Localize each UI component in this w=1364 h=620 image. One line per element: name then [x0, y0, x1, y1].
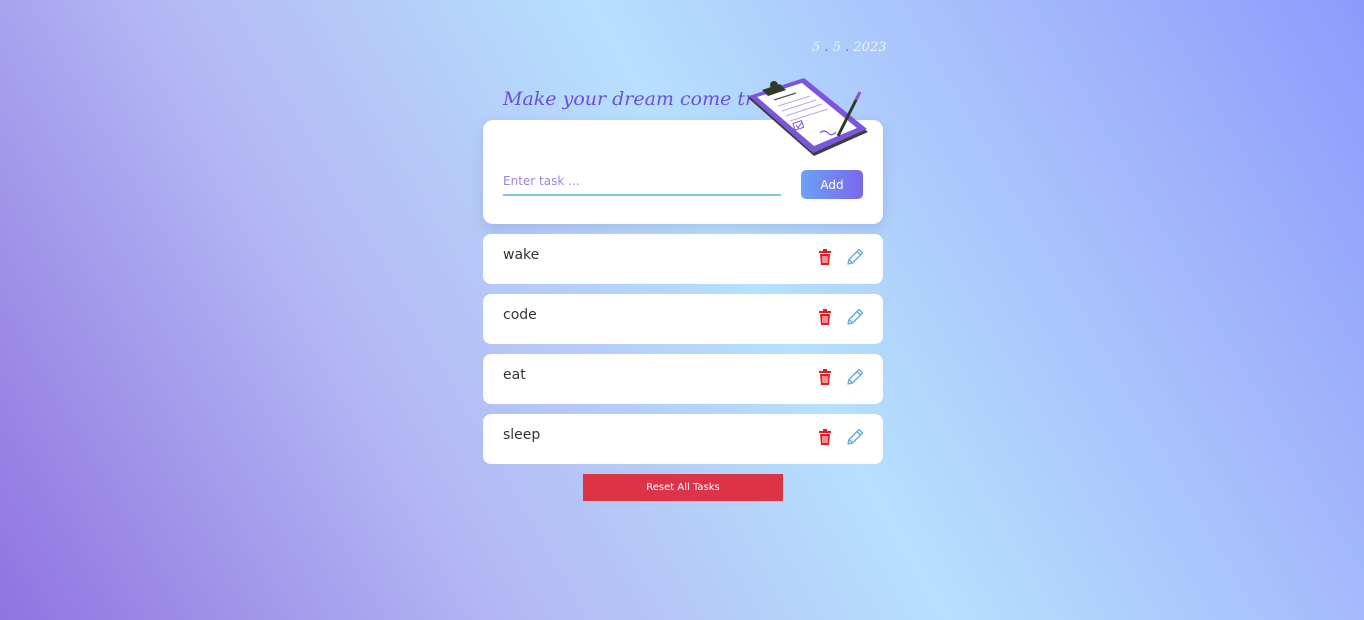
trash-icon[interactable]	[818, 429, 832, 445]
task-list: wake code eat sleep	[483, 234, 883, 474]
date-day: 5	[812, 40, 821, 55]
task-text: eat	[503, 367, 526, 383]
task-item: code	[483, 294, 883, 344]
task-item: wake	[483, 234, 883, 284]
add-task-button[interactable]: Add	[801, 170, 863, 199]
date-month: 5	[832, 40, 841, 55]
page-title: Make your dream come true	[503, 88, 778, 110]
task-text: wake	[503, 247, 540, 263]
trash-icon[interactable]	[818, 309, 832, 325]
task-item: eat	[483, 354, 883, 404]
reset-all-tasks-button[interactable]: Reset All Tasks	[583, 474, 783, 501]
task-input[interactable]	[503, 168, 781, 196]
date-separator: .	[845, 40, 850, 55]
pencil-icon[interactable]	[847, 248, 864, 265]
task-item: sleep	[483, 414, 883, 464]
trash-icon[interactable]	[818, 249, 832, 265]
pencil-icon[interactable]	[847, 368, 864, 385]
trash-icon[interactable]	[818, 369, 832, 385]
date-display: 5 . 5 . 2023	[812, 40, 887, 58]
date-year: 2023	[853, 40, 887, 55]
pencil-icon[interactable]	[847, 308, 864, 325]
clipboard-contract-icon	[748, 78, 868, 156]
task-text: sleep	[503, 427, 541, 443]
task-text: code	[503, 307, 537, 323]
pencil-icon[interactable]	[847, 428, 864, 445]
date-separator: .	[824, 40, 829, 55]
